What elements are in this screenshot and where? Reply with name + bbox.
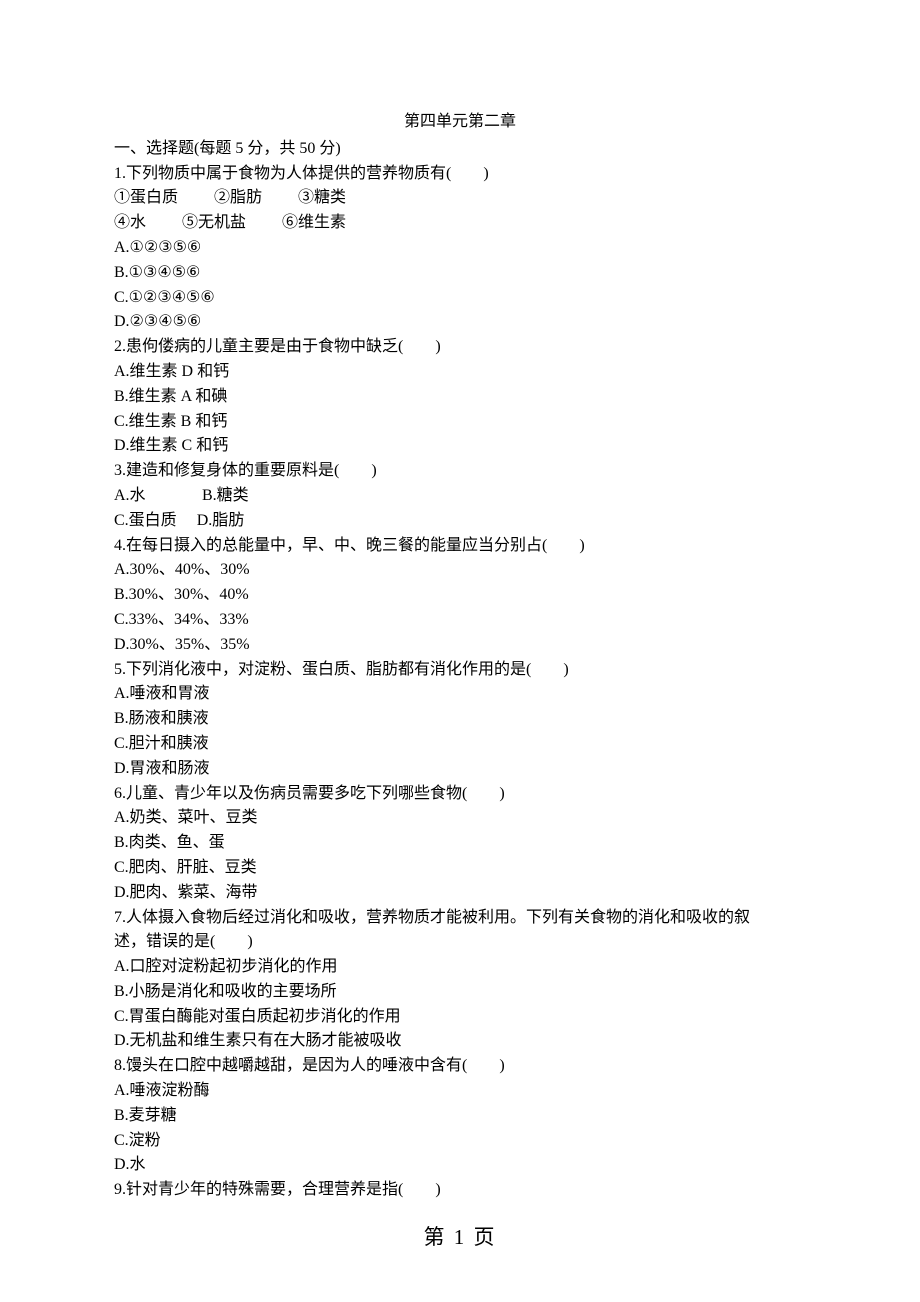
q8-option-d: D.水 — [114, 1153, 806, 1178]
q7-option-a: A.口腔对淀粉起初步消化的作用 — [114, 955, 806, 980]
q3-options-line2: C.蛋白质 D.脂肪 — [114, 509, 806, 534]
q1-item-6: ⑥维生素 — [282, 214, 346, 231]
q6-option-b: B.肉类、鱼、蛋 — [114, 831, 806, 856]
page-number: 第 1 页 — [0, 1221, 920, 1254]
q4-option-c: C.33%、34%、33% — [114, 608, 806, 633]
q1-items-line1: ①蛋白质 ②脂肪 ③糖类 — [114, 186, 806, 211]
q1-item-4: ④水 — [114, 214, 146, 231]
q1-item-1: ①蛋白质 — [114, 189, 178, 206]
chapter-title: 第四单元第二章 — [114, 110, 806, 135]
q7-option-c: C.胃蛋白酶能对蛋白质起初步消化的作用 — [114, 1005, 806, 1030]
q5-option-a: A.唾液和胃液 — [114, 682, 806, 707]
q8-option-c: C.淀粉 — [114, 1129, 806, 1154]
q1-item-2: ②脂肪 — [214, 189, 262, 206]
section-heading: 一、选择题(每题 5 分，共 50 分) — [114, 137, 806, 162]
q3-option-d: D.脂肪 — [197, 509, 245, 534]
q3-option-c: C.蛋白质 — [114, 509, 177, 534]
q1-item-3: ③糖类 — [298, 189, 346, 206]
q1-option-a: A.①②③⑤⑥ — [114, 236, 806, 261]
q5-stem: 5.下列消化液中，对淀粉、蛋白质、脂肪都有消化作用的是( ) — [114, 658, 806, 683]
q5-option-b: B.肠液和胰液 — [114, 707, 806, 732]
q1-option-c: C.①②③④⑤⑥ — [114, 286, 806, 311]
q6-stem: 6.儿童、青少年以及伤病员需要多吃下列哪些食物( ) — [114, 782, 806, 807]
q2-option-d: D.维生素 C 和钙 — [114, 434, 806, 459]
q3-option-b: B.糖类 — [202, 484, 249, 509]
q6-option-d: D.肥肉、紫菜、海带 — [114, 881, 806, 906]
q7-option-d: D.无机盐和维生素只有在大肠才能被吸收 — [114, 1029, 806, 1054]
q2-option-c: C.维生素 B 和钙 — [114, 410, 806, 435]
q1-option-b: B.①③④⑤⑥ — [114, 261, 806, 286]
q1-item-5: ⑤无机盐 — [182, 214, 246, 231]
q3-options-line1: A.水 B.糖类 — [114, 484, 806, 509]
q5-option-c: C.胆汁和胰液 — [114, 732, 806, 757]
q2-stem: 2.患佝偻病的儿童主要是由于食物中缺乏( ) — [114, 335, 806, 360]
q8-stem: 8.馒头在口腔中越嚼越甜，是因为人的唾液中含有( ) — [114, 1054, 806, 1079]
q6-option-a: A.奶类、菜叶、豆类 — [114, 806, 806, 831]
document-page: 第四单元第二章 一、选择题(每题 5 分，共 50 分) 1.下列物质中属于食物… — [0, 0, 920, 1302]
q8-option-a: A.唾液淀粉酶 — [114, 1079, 806, 1104]
q7-option-b: B.小肠是消化和吸收的主要场所 — [114, 980, 806, 1005]
q3-stem: 3.建造和修复身体的重要原料是( ) — [114, 459, 806, 484]
q4-option-a: A.30%、40%、30% — [114, 558, 806, 583]
q2-option-b: B.维生素 A 和碘 — [114, 385, 806, 410]
q7-stem-line1: 7.人体摄入食物后经过消化和吸收，营养物质才能被利用。下列有关食物的消化和吸收的… — [114, 906, 806, 931]
q2-option-a: A.维生素 D 和钙 — [114, 360, 806, 385]
q7-stem-line2: 述，错误的是( ) — [114, 930, 806, 955]
q3-option-a: A.水 — [114, 484, 198, 509]
q1-stem: 1.下列物质中属于食物为人体提供的营养物质有( ) — [114, 162, 806, 187]
q4-option-b: B.30%、30%、40% — [114, 583, 806, 608]
q1-items-line2: ④水 ⑤无机盐 ⑥维生素 — [114, 211, 806, 236]
q1-option-d: D.②③④⑤⑥ — [114, 310, 806, 335]
q8-option-b: B.麦芽糖 — [114, 1104, 806, 1129]
q4-option-d: D.30%、35%、35% — [114, 633, 806, 658]
q6-option-c: C.肥肉、肝脏、豆类 — [114, 856, 806, 881]
q4-stem: 4.在每日摄入的总能量中，早、中、晚三餐的能量应当分别占( ) — [114, 534, 806, 559]
q9-stem: 9.针对青少年的特殊需要，合理营养是指( ) — [114, 1178, 806, 1203]
q5-option-d: D.胃液和肠液 — [114, 757, 806, 782]
